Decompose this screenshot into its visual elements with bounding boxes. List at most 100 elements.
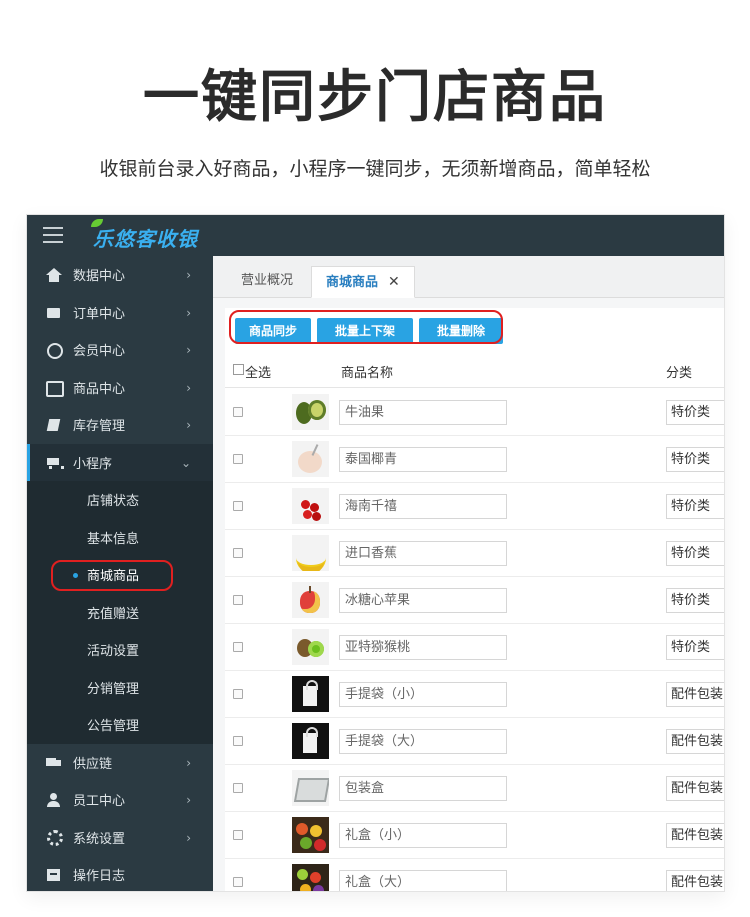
product-thumbnail (292, 770, 329, 806)
submenu-item-mall-products[interactable]: 商城商品 (27, 556, 213, 594)
tab-mall-products[interactable]: 商城商品 ✕ (311, 266, 415, 298)
chevron-right-icon: › (186, 268, 191, 282)
category-select[interactable]: 配件包装 (666, 729, 724, 754)
category-select[interactable]: 特价类 (666, 541, 724, 566)
product-thumbnail (292, 864, 329, 891)
menu-icon[interactable] (43, 227, 63, 243)
leaf-icon (91, 219, 103, 227)
gift-icon (45, 305, 63, 319)
sidebar-item-products[interactable]: 商品中心 › (27, 369, 213, 407)
select-all-checkbox[interactable] (233, 364, 244, 375)
product-name-input[interactable]: 包装盒 (339, 776, 507, 801)
product-thumbnail (292, 488, 329, 524)
row-checkbox[interactable] (233, 877, 243, 887)
product-name-input[interactable]: 牛油果 (339, 400, 507, 425)
category-select[interactable]: 特价类 (666, 447, 724, 472)
sidebar-item-label: 操作日志 (73, 869, 126, 885)
close-icon[interactable]: ✕ (388, 274, 400, 290)
category-select[interactable]: 配件包装 (666, 682, 724, 707)
category-select[interactable]: 配件包装 (666, 776, 724, 801)
product-name-input[interactable]: 手提袋（小） (339, 682, 507, 707)
product-name-input[interactable]: 泰国椰青 (339, 447, 507, 472)
header-select-all: 全选 (245, 366, 272, 381)
row-checkbox[interactable] (233, 783, 243, 793)
sidebar-item-members[interactable]: 会员中心 › (27, 331, 213, 369)
chevron-down-icon: ⌄ (180, 455, 191, 470)
product-name-input[interactable]: 冰糖心苹果 (339, 588, 507, 613)
table-row: 礼盒（小） 配件包装 (225, 812, 724, 859)
products-panel: 商品同步 批量上下架 批量删除 全选 商品名称 分类 牛油果 特价类 泰国椰青 特价类… (225, 308, 724, 891)
row-checkbox[interactable] (233, 642, 243, 652)
sidebar-item-staff[interactable]: 员工中心 › (27, 781, 213, 819)
home-icon (45, 267, 63, 282)
product-thumbnail (292, 629, 329, 665)
row-checkbox[interactable] (233, 454, 243, 464)
hero-title: 一键同步门店商品 (143, 65, 607, 130)
category-select[interactable]: 特价类 (666, 588, 724, 613)
sidebar-item-label: 员工中心 (73, 794, 126, 810)
row-checkbox[interactable] (233, 407, 243, 417)
sidebar-item-data-center[interactable]: 数据中心 › (27, 256, 213, 294)
chevron-right-icon: › (186, 755, 191, 770)
sidebar-item-mini-program[interactable]: 小程序 ⌄ (27, 443, 213, 481)
category-select[interactable]: 特价类 (666, 400, 724, 425)
header-product-name: 商品名称 (341, 366, 394, 381)
category-select[interactable]: 配件包装 (666, 823, 724, 848)
sidebar-item-supply-chain[interactable]: 供应链 › (27, 744, 213, 782)
row-checkbox[interactable] (233, 736, 243, 746)
sidebar-item-label: 会员中心 (73, 344, 126, 360)
sidebar-item-label: 库存管理 (73, 419, 126, 435)
chevron-right-icon: › (186, 793, 191, 807)
sidebar-item-inventory[interactable]: 库存管理 › (27, 406, 213, 444)
row-checkbox[interactable] (233, 689, 243, 699)
highlight-oval (229, 310, 503, 344)
gear-icon (45, 830, 63, 847)
product-name-input[interactable]: 手提袋（大） (339, 729, 507, 754)
row-checkbox[interactable] (233, 830, 243, 840)
table-row: 进口香蕉 特价类 (225, 530, 724, 577)
row-checkbox[interactable] (233, 548, 243, 558)
category-select[interactable]: 配件包装 (666, 870, 724, 891)
inbox-icon (45, 380, 64, 398)
chevron-right-icon: › (186, 343, 191, 357)
tab-business-overview[interactable]: 营业概况 (227, 266, 307, 298)
table-row: 海南千禧 特价类 (225, 483, 724, 530)
submenu-item-recharge-gift[interactable]: 充值赠送 (27, 594, 213, 632)
main-content: 营业概况 商城商品 ✕ 商品同步 批量上下架 批量删除 全选 商品名称 分类 牛… (213, 256, 724, 891)
chevron-right-icon: › (186, 380, 191, 395)
sidebar-item-label: 订单中心 (73, 306, 126, 322)
product-name-input[interactable]: 礼盒（大） (339, 870, 507, 891)
sidebar-item-label: 供应链 (73, 756, 113, 772)
smile-icon (45, 342, 63, 359)
sidebar-item-label: 系统设置 (73, 831, 126, 847)
submenu-item-activity-settings[interactable]: 活动设置 (27, 631, 213, 669)
table-row: 冰糖心苹果 特价类 (225, 577, 724, 624)
sidebar-item-label: 数据中心 (73, 269, 126, 285)
submenu-item-announcements[interactable]: 公告管理 (27, 706, 213, 744)
category-select[interactable]: 特价类 (666, 635, 724, 660)
highlight-oval (51, 560, 173, 591)
submenu-item-distribution[interactable]: 分销管理 (27, 669, 213, 707)
chevron-right-icon: › (186, 830, 191, 845)
truck-icon (45, 755, 63, 769)
app-logo: 乐悠客收银 (91, 219, 198, 252)
sidebar-item-label: 商品中心 (73, 381, 126, 397)
product-name-input[interactable]: 进口香蕉 (339, 541, 507, 566)
sidebar-item-orders[interactable]: 订单中心 › (27, 294, 213, 332)
product-thumbnail (292, 441, 329, 477)
tab-bar: 营业概况 商城商品 ✕ (213, 256, 724, 298)
sidebar-item-settings[interactable]: 系统设置 › (27, 819, 213, 857)
table-row: 手提袋（小） 配件包装 (225, 671, 724, 718)
sidebar-item-logs[interactable]: 操作日志 (27, 856, 213, 891)
product-name-input[interactable]: 亚特猕猴桃 (339, 635, 507, 660)
product-thumbnail (292, 817, 329, 853)
page: 一键同步门店商品 收银前台录入好商品，小程序一键同步，无须新增商品，简单轻松 乐… (0, 0, 750, 917)
product-name-input[interactable]: 礼盒（小） (339, 823, 507, 848)
row-checkbox[interactable] (233, 595, 243, 605)
tab-label: 商城商品 (326, 275, 379, 290)
product-name-input[interactable]: 海南千禧 (339, 494, 507, 519)
submenu-item-store-status[interactable]: 店铺状态 (27, 481, 213, 519)
row-checkbox[interactable] (233, 501, 243, 511)
category-select[interactable]: 特价类 (666, 494, 724, 519)
submenu-item-basic-info[interactable]: 基本信息 (27, 519, 213, 557)
